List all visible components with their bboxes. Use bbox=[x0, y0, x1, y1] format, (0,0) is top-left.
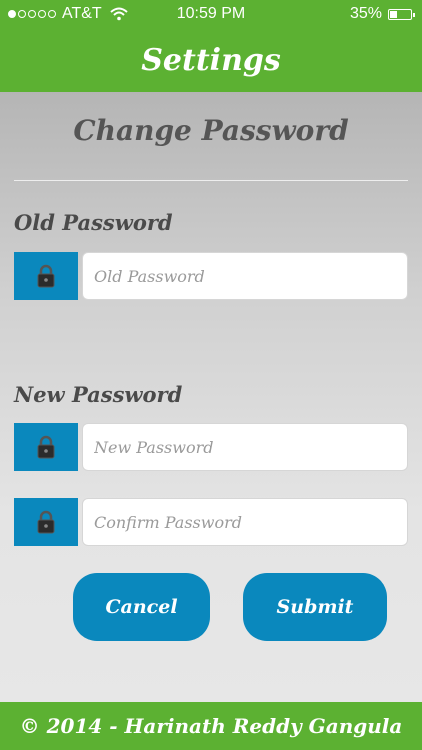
divider bbox=[14, 180, 408, 181]
old-password-input[interactable] bbox=[82, 252, 408, 300]
nav-bar: Settings bbox=[0, 28, 422, 92]
change-password-panel: Change Password Old Password New Passwor… bbox=[0, 92, 422, 702]
section-title: Change Password bbox=[73, 114, 349, 147]
confirm-password-row bbox=[14, 498, 408, 546]
old-password-lock-box bbox=[14, 252, 78, 300]
old-password-label: Old Password bbox=[14, 210, 173, 235]
new-password-row bbox=[14, 423, 408, 471]
copyright-text: © 2014 - Harinath Reddy Gangula bbox=[19, 714, 403, 738]
confirm-password-input[interactable] bbox=[82, 498, 408, 546]
battery-icon bbox=[388, 8, 415, 20]
old-password-row bbox=[14, 252, 408, 300]
status-bar: AT&T 10:59 PM 35% bbox=[0, 0, 422, 28]
new-password-lock-box bbox=[14, 423, 78, 471]
cancel-button[interactable]: Cancel bbox=[73, 573, 210, 641]
page-title: Settings bbox=[141, 42, 281, 78]
lock-icon bbox=[37, 435, 55, 459]
footer: © 2014 - Harinath Reddy Gangula bbox=[0, 702, 422, 750]
battery-percent: 35% bbox=[349, 5, 382, 22]
lock-icon bbox=[37, 264, 55, 288]
new-password-label: New Password bbox=[14, 382, 183, 407]
confirm-password-lock-box bbox=[14, 498, 78, 546]
new-password-input[interactable] bbox=[82, 423, 408, 471]
battery-level bbox=[390, 10, 397, 18]
lock-icon bbox=[37, 510, 55, 534]
submit-button[interactable]: Submit bbox=[243, 573, 387, 641]
battery-group: 35% bbox=[349, 5, 415, 23]
